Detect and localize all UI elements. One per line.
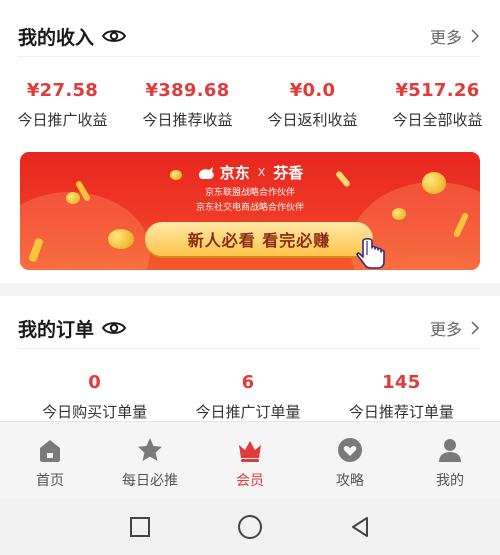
stat-label: 今日推广收益 (17, 111, 108, 129)
orders-stat-recommend[interactable]: 145 今日推荐订单量 (325, 372, 478, 422)
brand-right: 芬香 (273, 164, 304, 182)
stat-label: 今日全部收益 (392, 111, 483, 129)
tab-mine[interactable]: 我的 (400, 422, 500, 499)
promo-banner[interactable]: 京东 X 芬香 京东联盟战略合作伙伴 京东社交电商战略合作伙伴 新人必看 看完必… (20, 152, 480, 270)
orders-stat-promo[interactable]: 6 今日推广订单量 (171, 372, 324, 422)
tab-member[interactable]: 会员 (200, 422, 300, 499)
coin-decoration (108, 229, 134, 249)
income-more-label: 更多 (429, 28, 462, 47)
tab-label: 我的 (436, 473, 464, 489)
star-icon (138, 438, 162, 461)
jd-dog-logo-icon (198, 166, 214, 179)
banner-cta[interactable]: 新人必看 看完必赚 (145, 222, 373, 256)
income-header: 我的收入 更多 (18, 20, 480, 52)
eye-icon[interactable] (102, 320, 127, 336)
brand-line2: 京东社交电商战略合作伙伴 (195, 202, 304, 213)
back-triangle-icon (352, 517, 368, 537)
tab-label: 每日必推 (122, 473, 178, 489)
bottom-tab-bar: 首页 每日必推 会员 攻略 我的 (0, 421, 500, 499)
stat-value: 145 (382, 372, 421, 393)
stat-value: ¥517.26 (395, 80, 480, 101)
orders-divider (18, 348, 480, 349)
stat-label: 今日推荐收益 (142, 111, 233, 129)
orders-more-label: 更多 (429, 320, 462, 339)
stat-label: 今日返利收益 (267, 111, 358, 129)
chevron-right-icon (471, 321, 480, 335)
brand-x: X (257, 166, 266, 179)
square-icon (130, 517, 150, 537)
orders-header: 我的订单 更多 (18, 312, 480, 344)
tab-label: 攻略 (336, 473, 364, 489)
system-nav-bar (0, 499, 500, 555)
crown-icon (239, 441, 261, 462)
chevron-right-icon (471, 29, 480, 43)
home-icon (40, 440, 60, 462)
stat-value: ¥27.58 (26, 80, 99, 101)
circle-icon (238, 515, 262, 539)
income-stat-promo[interactable]: ¥27.58 今日推广收益 (0, 80, 125, 130)
pointer-hand-icon (356, 237, 385, 269)
orders-stats: 0 今日购买订单量 6 今日推广订单量 145 今日推荐订单量 (18, 372, 478, 422)
recents-button[interactable] (85, 516, 195, 538)
brand-row: 京东 X 芬香 (197, 162, 304, 183)
income-more-link[interactable]: 更多 (430, 24, 480, 48)
stat-label: 今日推荐订单量 (348, 403, 454, 421)
income-divider (18, 56, 480, 57)
stat-label: 今日推广订单量 (195, 403, 301, 421)
stat-value: 6 (241, 372, 255, 393)
orders-stat-purchase[interactable]: 0 今日购买订单量 (18, 372, 171, 422)
income-stat-recommend[interactable]: ¥389.68 今日推荐收益 (125, 80, 250, 130)
person-icon (439, 439, 461, 462)
stat-label: 今日购买订单量 (42, 403, 148, 421)
tab-guide[interactable]: 攻略 (300, 422, 400, 499)
income-title-group: 我的收入 (18, 23, 127, 50)
income-stat-rebate[interactable]: ¥0.0 今日返利收益 (250, 80, 375, 130)
tab-daily[interactable]: 每日必推 (100, 422, 200, 499)
orders-title: 我的订单 (18, 318, 95, 341)
stat-value: ¥389.68 (145, 80, 230, 101)
banner-brand: 京东 X 芬香 京东联盟战略合作伙伴 京东社交电商战略合作伙伴 (20, 162, 480, 215)
income-section: 我的收入 更多 ¥27.58 今日推广收益 ¥389.68 今日推荐收益 ¥0.… (0, 0, 500, 283)
tab-label: 首页 (36, 473, 64, 489)
stat-value: 0 (88, 372, 102, 393)
orders-more-link[interactable]: 更多 (430, 316, 480, 340)
tab-label: 会员 (236, 473, 264, 489)
income-stats: ¥27.58 今日推广收益 ¥389.68 今日推荐收益 ¥0.0 今日返利收益… (0, 80, 500, 130)
stat-value: ¥0.0 (289, 80, 336, 101)
brand-line1: 京东联盟战略合作伙伴 (204, 187, 295, 198)
back-button[interactable] (305, 516, 415, 538)
orders-title-group: 我的订单 (18, 315, 127, 342)
brand-left: 京东 (219, 164, 250, 182)
income-title: 我的收入 (18, 26, 95, 49)
home-nav-button[interactable] (195, 514, 305, 540)
eye-icon[interactable] (102, 28, 127, 44)
heart-icon (338, 438, 362, 462)
income-stat-total[interactable]: ¥517.26 今日全部收益 (375, 80, 500, 130)
tab-home[interactable]: 首页 (0, 422, 100, 499)
